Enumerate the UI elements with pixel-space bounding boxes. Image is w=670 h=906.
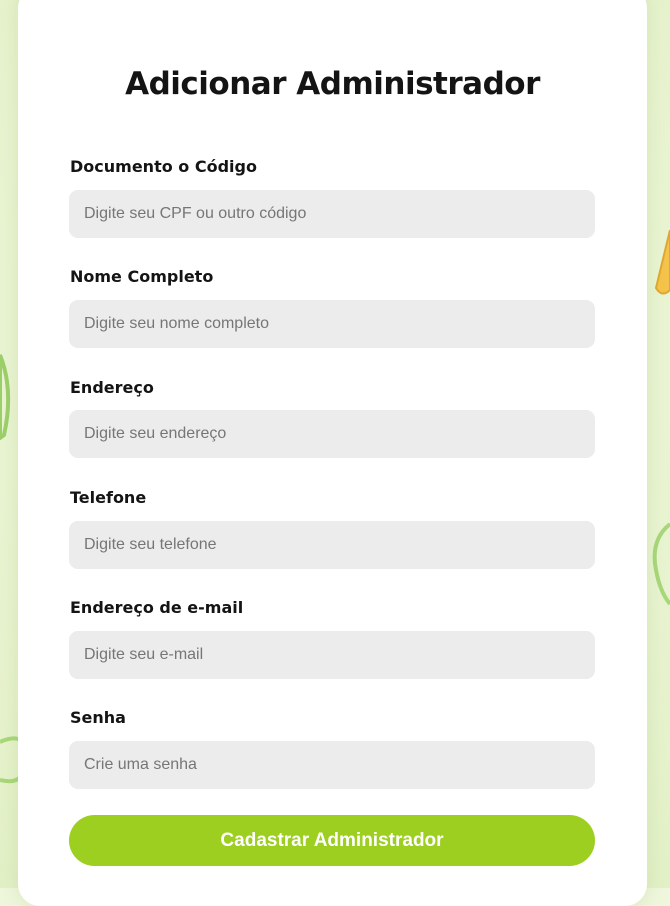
register-admin-button[interactable]: Cadastrar Administrador — [69, 815, 595, 866]
full-name-input[interactable] — [69, 300, 595, 348]
decorative-pencil-shape — [654, 230, 670, 295]
email-label: Endereço de e-mail — [70, 598, 244, 617]
page-title: Adicionar Administrador — [125, 66, 540, 102]
phone-label: Telefone — [70, 488, 147, 507]
phone-input[interactable] — [69, 521, 595, 569]
document-label: Documento o Código — [70, 157, 257, 176]
password-input[interactable] — [69, 741, 595, 789]
email-input[interactable] — [69, 631, 595, 679]
full-name-label: Nome Completo — [70, 267, 214, 286]
document-input[interactable] — [69, 190, 595, 238]
password-label: Senha — [70, 708, 126, 727]
address-input[interactable] — [69, 410, 595, 458]
decorative-ring-shape — [652, 522, 670, 606]
address-label: Endereço — [70, 378, 154, 397]
decorative-leaf-shape — [0, 354, 11, 440]
